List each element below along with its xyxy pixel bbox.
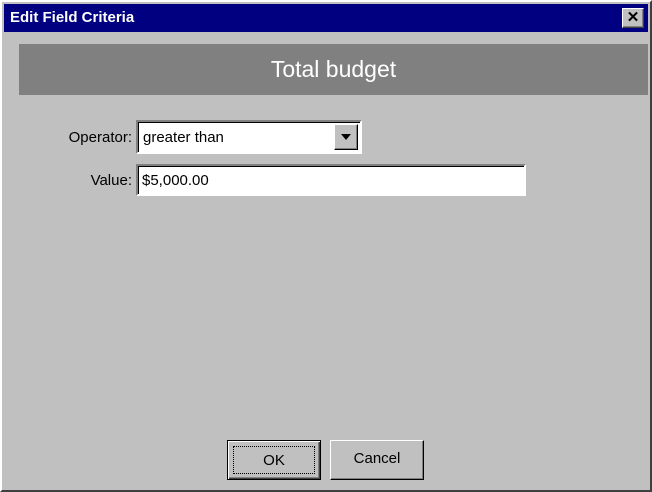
value-input[interactable] [136, 164, 526, 196]
operator-dropdown-button[interactable] [334, 124, 358, 150]
value-label: Value: [90, 172, 132, 189]
field-name-header: Total budget [19, 44, 648, 95]
edit-field-criteria-dialog: Edit Field Criteria ✕ Total budget Opera… [0, 0, 652, 492]
close-button[interactable]: ✕ [622, 8, 644, 28]
operator-selected-value: greater than [143, 129, 224, 146]
operator-select[interactable]: greater than [136, 120, 362, 154]
title-bar[interactable]: Edit Field Criteria ✕ [4, 4, 648, 32]
operator-label: Operator: [68, 129, 132, 146]
close-icon: ✕ [626, 9, 640, 26]
chevron-down-icon [341, 134, 351, 140]
ok-button[interactable]: OK [227, 440, 321, 480]
cancel-button[interactable]: Cancel [330, 440, 424, 480]
window-title: Edit Field Criteria [10, 9, 135, 26]
ok-button-label: OK [233, 446, 315, 474]
